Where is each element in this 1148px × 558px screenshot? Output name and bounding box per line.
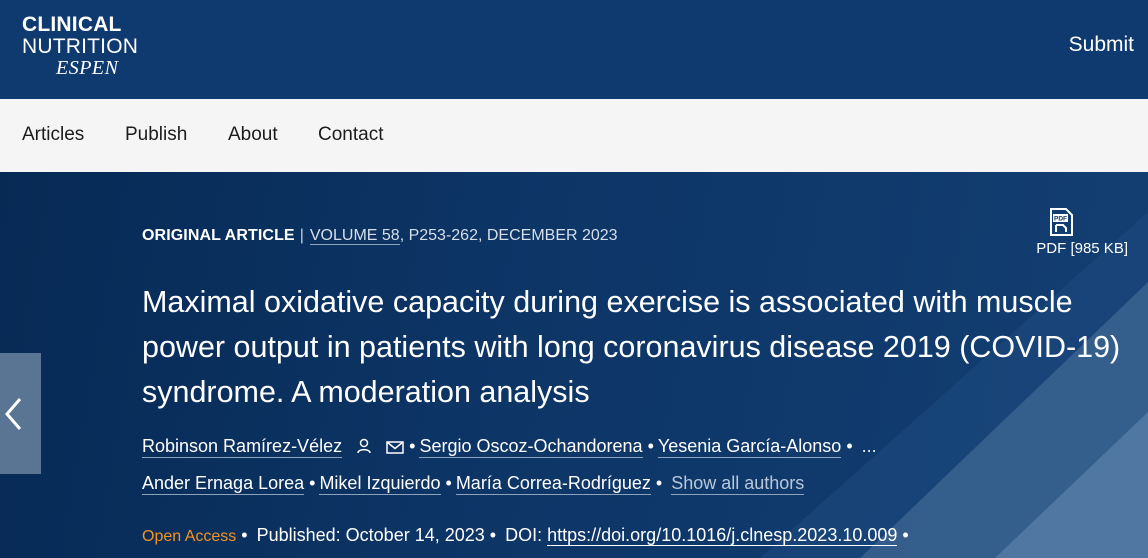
open-access-badge: Open Access <box>142 528 237 545</box>
author-separator: • <box>445 473 452 493</box>
author-link[interactable]: Mikel Izquierdo <box>319 473 441 495</box>
author-link[interactable]: Ander Ernaga Lorea <box>142 473 305 495</box>
info-separator: • <box>241 525 248 545</box>
article-title: Maximal oxidative capacity during exerci… <box>142 285 1121 409</box>
article-type: ORIGINAL ARTICLE <box>142 227 295 244</box>
article-header: ORIGINAL ARTICLE | VOLUME 58, P253-262, DE… <box>0 172 1148 558</box>
doi-link[interactable]: https://doi.org/10.1016/j.clnesp.2023.10… <box>547 525 898 546</box>
pdf-download[interactable]: PDF PDF [985 KB] <box>1036 208 1128 257</box>
author-separator: • <box>846 436 853 456</box>
authors-row-2: Ander Ernaga Lorea • Mikel Izquierdo • María… <box>142 473 805 495</box>
main-nav: Articles Publish About Contact <box>0 99 1148 172</box>
meta-separator: | <box>299 227 304 244</box>
author-link[interactable]: Sergio Oscoz-Ochandorena <box>419 436 643 458</box>
pdf-icon: PDF <box>1050 208 1073 236</box>
info-separator: • <box>902 525 909 545</box>
logo-line-clinical: CLINICAL <box>22 13 122 36</box>
volume-link[interactable]: VOLUME 58 <box>309 227 400 245</box>
authors-ellipsis: ... <box>861 436 877 456</box>
info-separator: • <box>489 525 497 545</box>
site-header: CLINICAL NUTRITION ESPEN Submit <box>0 0 1148 99</box>
pages-date: , P253-262, DECEMBER 2023 <box>399 227 618 244</box>
journal-logo[interactable]: CLINICAL NUTRITION ESPEN <box>22 14 138 78</box>
person-icon[interactable] <box>357 438 371 454</box>
nav-item-about[interactable]: About <box>228 124 278 146</box>
author-link[interactable]: Robinson Ramírez-Vélez <box>142 436 343 458</box>
nav-item-articles[interactable]: Articles <box>22 124 84 146</box>
author-separator: • <box>309 473 316 493</box>
doi-label: DOI: <box>505 525 543 545</box>
author-link[interactable]: Yesenia García-Alonso <box>657 436 842 458</box>
email-icon[interactable] <box>386 441 404 454</box>
nav-item-publish[interactable]: Publish <box>125 124 187 146</box>
logo-line-espen: ESPEN <box>56 57 119 79</box>
logo-line-nutrition: NUTRITION <box>22 35 139 58</box>
chevron-left-icon <box>5 398 22 430</box>
nav-item-contact[interactable]: Contact <box>318 124 383 146</box>
show-all-authors-link[interactable]: Show all authors <box>671 473 805 495</box>
authors-row-1: Robinson Ramírez-Vélez • Sergio Oscoz-Och… <box>142 436 877 458</box>
published-date: Published: October 14, 2023 <box>256 525 485 545</box>
author-separator: • <box>409 436 416 456</box>
author-link[interactable]: María Correa-Rodríguez <box>455 473 651 495</box>
pdf-size-label: PDF [985 KB] <box>1036 240 1128 257</box>
publication-info: Open Access • Published: October 14, 2023… <box>142 525 913 546</box>
svg-text:PDF: PDF <box>1054 216 1067 223</box>
author-separator: • <box>655 473 663 493</box>
previous-article-button[interactable] <box>0 353 41 474</box>
article-meta: ORIGINAL ARTICLE | VOLUME 58, P253-262, DE… <box>142 227 618 245</box>
author-separator: • <box>647 436 654 456</box>
submit-link[interactable]: Submit <box>1069 33 1134 57</box>
